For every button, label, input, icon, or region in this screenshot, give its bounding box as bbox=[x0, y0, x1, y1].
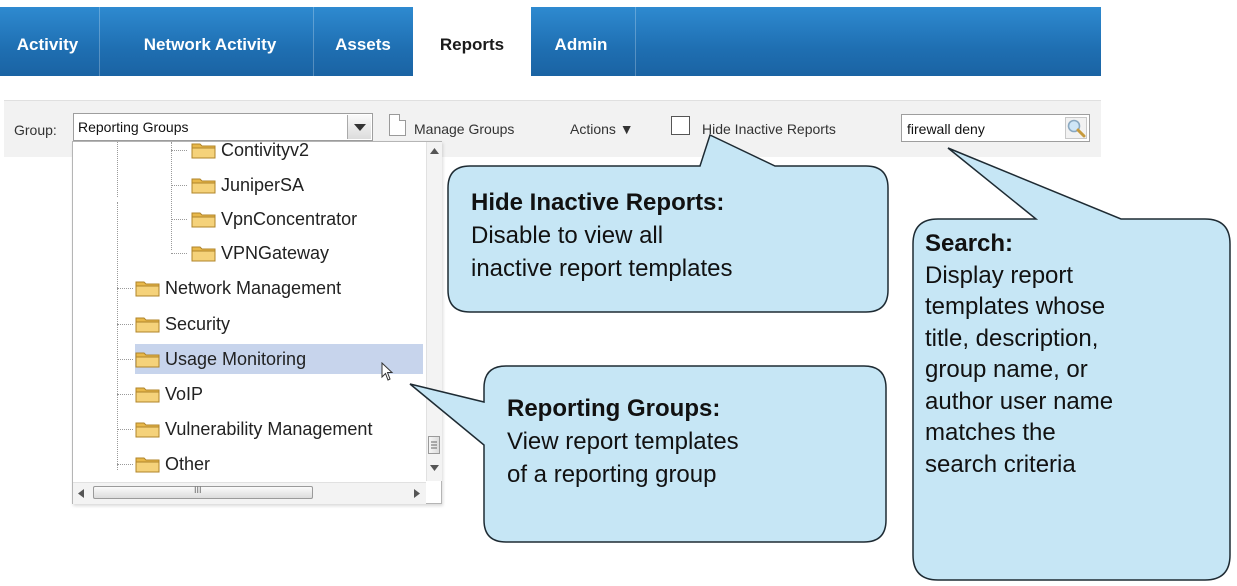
search-callout: Search: Display report templates whose t… bbox=[925, 228, 1113, 480]
callout-line: title, description, bbox=[925, 324, 1099, 352]
hide-inactive-callout: Hide Inactive Reports: Disable to view a… bbox=[471, 186, 732, 285]
callout-line: Display report bbox=[925, 261, 1074, 289]
callout-line: matches the bbox=[925, 419, 1056, 446]
callout-line: View report templates bbox=[507, 428, 739, 455]
callout-title: Hide Inactive Reports: bbox=[471, 189, 725, 216]
callout-line: group name, or bbox=[925, 356, 1088, 383]
callout-line: author user name bbox=[925, 387, 1114, 415]
reporting-groups-callout: Reporting Groups: View report templates … bbox=[507, 392, 739, 491]
callout-line: of a reporting group bbox=[507, 461, 717, 488]
callout-line: templates whose bbox=[925, 293, 1106, 320]
callout-title: Reporting Groups: bbox=[507, 395, 721, 422]
callout-line: inactive report templates bbox=[471, 255, 733, 282]
callout-line: Disable to view all bbox=[471, 222, 664, 249]
callout-line: search criteria bbox=[925, 450, 1076, 478]
callout-title: Search: bbox=[925, 230, 1014, 257]
